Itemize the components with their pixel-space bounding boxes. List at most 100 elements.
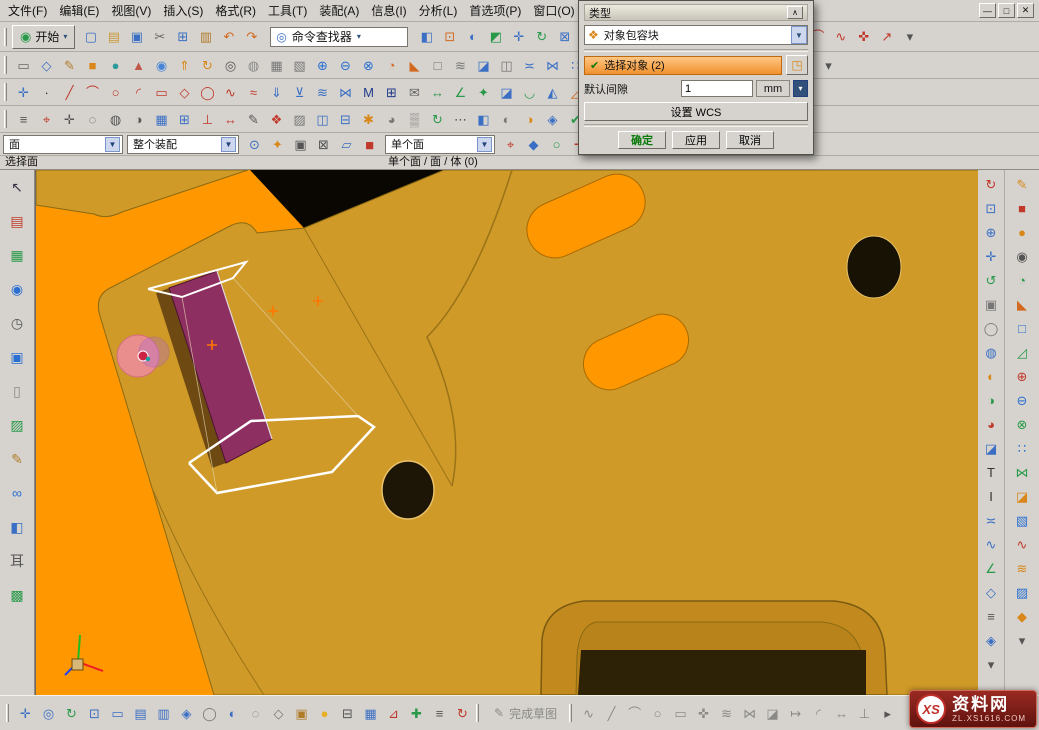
shaded-view-icon[interactable]: ◐: [461, 26, 484, 48]
fit-view-icon[interactable]: ⊡: [980, 197, 1002, 219]
perspective-icon[interactable]: ◇: [267, 702, 290, 724]
zoom-in-icon[interactable]: ⊕: [980, 221, 1002, 243]
background-icon[interactable]: ▒: [403, 108, 426, 130]
collapse-group-icon[interactable]: ∧: [787, 6, 803, 19]
trim-icon[interactable]: ◪: [1011, 485, 1033, 507]
layer-settings-icon[interactable]: ≡: [12, 108, 35, 130]
copy-icon[interactable]: ⊞: [171, 26, 194, 48]
quick-extend-icon[interactable]: ↦: [784, 702, 807, 724]
pan-icon[interactable]: ✛: [14, 702, 37, 724]
menu-insert[interactable]: 插入(S): [157, 0, 209, 21]
more-tools-icon[interactable]: ▸: [876, 702, 899, 724]
magnet-icon[interactable]: ⊿: [382, 702, 405, 724]
spline-icon[interactable]: ∿: [829, 26, 852, 48]
snap-end-icon[interactable]: ⌖: [499, 133, 522, 155]
3d-viewport-canvas[interactable]: [36, 170, 978, 695]
minimize-button[interactable]: —: [979, 3, 996, 18]
menu-edit[interactable]: 编辑(E): [53, 0, 105, 21]
menu-information[interactable]: 信息(I): [365, 0, 412, 21]
reflect-icon[interactable]: ◭: [541, 81, 564, 103]
stop-rule-icon[interactable]: ◾: [358, 133, 381, 155]
clipboard-icon[interactable]: ▣: [4, 345, 30, 369]
clip-icon[interactable]: ⊟: [334, 108, 357, 130]
datum-plane-icon[interactable]: ◇: [35, 54, 58, 76]
shaded-icon[interactable]: ◐: [980, 365, 1002, 387]
side-view-icon[interactable]: ▥: [152, 702, 175, 724]
command-finder[interactable]: ◎ 命令查找器 ▾: [270, 27, 408, 47]
studio-render-icon[interactable]: ◑: [980, 389, 1002, 411]
gap-value-input[interactable]: [681, 80, 753, 97]
orient-view-icon[interactable]: ◩: [484, 26, 507, 48]
set-wcs-button[interactable]: 设置 WCS: [584, 102, 808, 121]
subtract-icon[interactable]: ⊖: [334, 54, 357, 76]
rotate-view-icon[interactable]: ↻: [530, 26, 553, 48]
revolve-icon[interactable]: ↻: [196, 54, 219, 76]
redo-icon[interactable]: ↷: [240, 26, 263, 48]
type-filter-combo[interactable]: 面 ▼: [3, 135, 123, 154]
project-curve-icon[interactable]: ⇓: [265, 81, 288, 103]
palette-icon[interactable]: ▦: [4, 243, 30, 267]
menu-view[interactable]: 视图(V): [105, 0, 157, 21]
point-icon[interactable]: ✜: [852, 26, 875, 48]
shell-icon[interactable]: □: [1011, 317, 1033, 339]
offset-curve-icon[interactable]: ≋: [311, 81, 334, 103]
ellipse-icon[interactable]: ◯: [196, 81, 219, 103]
intersect-icon[interactable]: ⊗: [1011, 413, 1033, 435]
menu-window[interactable]: 窗口(O): [527, 0, 580, 21]
hidden-line-icon[interactable]: ◌: [244, 702, 267, 724]
point-icon[interactable]: ∙: [35, 81, 58, 103]
envelope-icon[interactable]: ✉: [403, 81, 426, 103]
fit-icon[interactable]: ⊡: [83, 702, 106, 724]
constraint-icon[interactable]: ⊥: [196, 108, 219, 130]
render-style-icon[interactable]: ▨: [288, 108, 311, 130]
thicken-icon[interactable]: ▧: [1011, 509, 1033, 531]
rotate-view-icon[interactable]: ↺: [980, 269, 1002, 291]
mirror-curve-icon[interactable]: ⋈: [334, 81, 357, 103]
pad-icon[interactable]: ▧: [288, 54, 311, 76]
arc-icon[interactable]: ⌒: [623, 702, 646, 724]
measure-distance-icon[interactable]: ↔: [426, 81, 449, 103]
inside-only-icon[interactable]: ▣: [289, 133, 312, 155]
circle-icon[interactable]: ○: [646, 702, 669, 724]
edge-blend-icon[interactable]: ◔: [380, 54, 403, 76]
snap-center-icon[interactable]: ○: [545, 133, 568, 155]
light-icon[interactable]: ●: [313, 702, 336, 724]
constraint-icon[interactable]: ⊥: [853, 702, 876, 724]
menu-analysis[interactable]: 分析(L): [413, 0, 464, 21]
sketch-icon[interactable]: ✎: [1011, 173, 1033, 195]
boss-icon[interactable]: ◍: [242, 54, 265, 76]
helix-icon[interactable]: ≈: [242, 81, 265, 103]
offset-face-icon[interactable]: ≍: [518, 54, 541, 76]
toolbar-grip[interactable]: [476, 704, 479, 722]
section-view-icon[interactable]: ◪: [980, 437, 1002, 459]
toolbar-grip[interactable]: [4, 28, 7, 46]
finish-sketch-button[interactable]: ✎ 完成草图: [494, 705, 557, 722]
menu-assemblies[interactable]: 装配(A): [313, 0, 365, 21]
mirror-feature-icon[interactable]: ⋈: [541, 54, 564, 76]
curvature-icon[interactable]: ◡: [518, 81, 541, 103]
shaded-with-edges-icon[interactable]: ◍: [980, 341, 1002, 363]
crossing-icon[interactable]: ⊠: [312, 133, 335, 155]
toolbar-grip[interactable]: [4, 56, 7, 74]
wireframe-icon[interactable]: ◯: [198, 702, 221, 724]
block-icon[interactable]: ■: [81, 54, 104, 76]
toolbar-grip[interactable]: [4, 83, 7, 101]
intersection-curve-icon[interactable]: ⊻: [288, 81, 311, 103]
extrude-icon[interactable]: ⇑: [173, 54, 196, 76]
hole-icon[interactable]: ◎: [219, 54, 242, 76]
angle-icon[interactable]: ∠: [980, 557, 1002, 579]
edit-display-icon[interactable]: ◑: [127, 108, 150, 130]
preferences-icon[interactable]: ⋯: [449, 108, 472, 130]
monitor-icon[interactable]: ◧: [4, 515, 30, 539]
menu-preferences[interactable]: 首选项(P): [463, 0, 527, 21]
face-analysis-icon[interactable]: ◕: [980, 413, 1002, 435]
chamfer-icon[interactable]: ◣: [403, 54, 426, 76]
split-screen-icon[interactable]: ◧: [415, 26, 438, 48]
letter-i-icon[interactable]: I: [980, 485, 1002, 507]
mirror-curve-icon[interactable]: ⋈: [738, 702, 761, 724]
gap-unit-combo[interactable]: mm: [756, 80, 790, 97]
attach-icon[interactable]: ✚: [405, 702, 428, 724]
cylinder-icon[interactable]: ●: [104, 54, 127, 76]
sketch-icon[interactable]: ✎: [58, 54, 81, 76]
extrude-icon[interactable]: ■: [1011, 197, 1033, 219]
